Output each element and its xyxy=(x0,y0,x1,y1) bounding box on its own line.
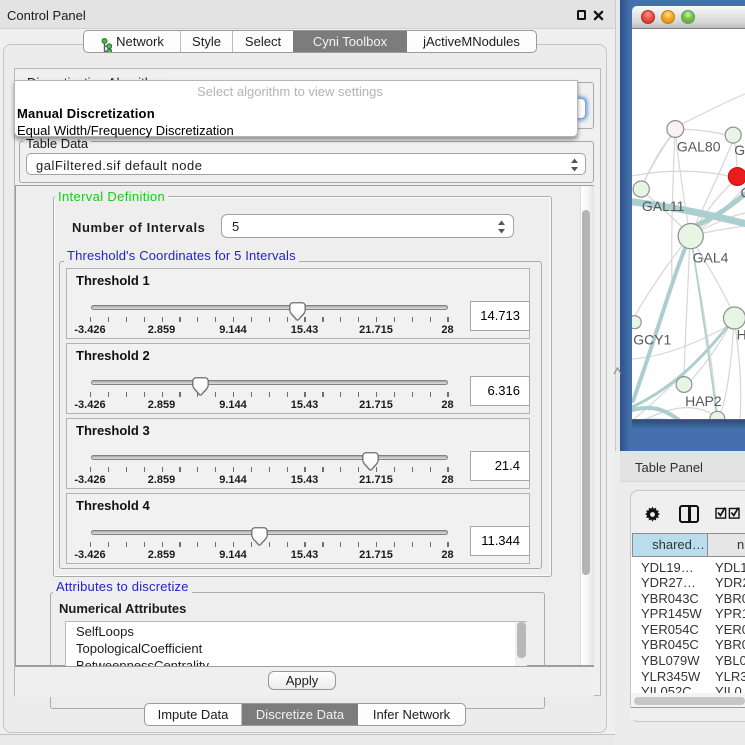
svg-text:C: C xyxy=(741,185,745,201)
svg-text:GA: GA xyxy=(734,142,745,158)
svg-text:GAL11: GAL11 xyxy=(642,198,685,214)
svg-text:GAL4: GAL4 xyxy=(693,249,729,265)
svg-text:H: H xyxy=(737,326,745,342)
svg-text:HAP2: HAP2 xyxy=(685,393,722,409)
svg-text:GAL80: GAL80 xyxy=(677,139,721,155)
svg-text:GCY1: GCY1 xyxy=(633,332,671,348)
